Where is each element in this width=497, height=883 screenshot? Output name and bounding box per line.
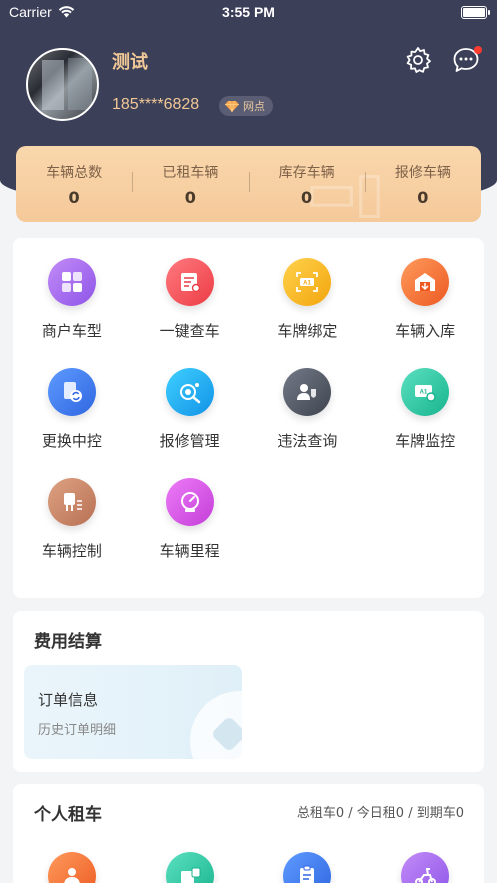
menu-label: 车牌监控 xyxy=(395,432,456,450)
stat-label: 车辆总数 xyxy=(46,164,103,181)
menu-plate-monitor[interactable]: A1 车牌监控 xyxy=(366,368,484,451)
rent-item-clipboard[interactable] xyxy=(249,852,367,883)
menu-violation-query[interactable]: 违法查询 xyxy=(249,368,367,451)
renter-icon xyxy=(47,852,96,883)
svg-text:A1: A1 xyxy=(420,390,428,396)
vehicle-check-icon xyxy=(165,258,214,306)
violation-query-icon xyxy=(283,368,332,416)
repair-manage-icon xyxy=(165,368,214,416)
menu-label: 报修管理 xyxy=(159,432,220,450)
menu-vehicle-control[interactable]: 车辆控制 xyxy=(13,478,131,561)
unread-dot xyxy=(474,46,482,54)
menu-vehicle-storage[interactable]: 车辆入库 xyxy=(366,258,484,341)
menu-label: 车辆控制 xyxy=(41,542,102,560)
menu-replace-controller[interactable]: 更换中控 xyxy=(13,368,131,451)
stat-label: 库存车辆 xyxy=(278,164,335,181)
settings-button[interactable] xyxy=(404,46,432,74)
menu-plate-bind[interactable]: A1 车牌绑定 xyxy=(249,258,367,341)
menu-label: 一键查车 xyxy=(159,322,220,340)
rent-item-scooter[interactable] xyxy=(366,852,484,883)
menu-vehicle-mileage[interactable]: 车辆里程 xyxy=(131,478,249,561)
avatar[interactable] xyxy=(26,48,99,121)
stat-value: 0 xyxy=(68,187,80,207)
rent-summary: 总租车0 / 今日租0 / 到期车0 xyxy=(296,806,464,821)
order-info-subtitle: 历史订单明细 xyxy=(38,723,117,738)
rent-section-title: 个人租车 xyxy=(34,805,102,825)
menu-label: 更换中控 xyxy=(41,432,102,450)
vehicle-mileage-icon xyxy=(165,478,214,526)
menu-label: 车牌绑定 xyxy=(277,322,338,340)
battery-icon xyxy=(461,6,490,19)
stat-total-vehicles[interactable]: 车辆总数 0 xyxy=(16,162,132,207)
menu-label: 车辆里程 xyxy=(159,542,220,560)
branch-badge-label: 网点 xyxy=(243,100,265,113)
rent-item-renter[interactable] xyxy=(13,852,131,883)
svg-text:A1: A1 xyxy=(304,281,312,287)
menu-merchant-model[interactable]: 商户车型 xyxy=(13,258,131,341)
stat-value: 0 xyxy=(301,187,313,207)
replace-controller-icon xyxy=(47,368,96,416)
messages-button[interactable] xyxy=(452,46,482,74)
status-time: 3:55 PM xyxy=(222,4,275,20)
status-bar: Carrier 3:55 PM xyxy=(0,0,497,26)
order-info-title: 订单信息 xyxy=(38,691,99,709)
stat-stock-vehicles[interactable]: 库存车辆 0 xyxy=(248,162,365,207)
plate-bind-icon: A1 xyxy=(283,258,332,306)
vehicle-stats-card: ▭▯ 车辆总数 0 已租车辆 0 库存车辆 0 报修车辆 0 xyxy=(16,146,481,225)
function-menu-card: 商户车型 一键查车 A1 车牌绑定 车辆入库 更换中控 报修管理 违法查询 A1… xyxy=(13,238,484,598)
gear-icon xyxy=(406,47,431,73)
merchant-model-icon xyxy=(47,258,96,306)
rent-icon-row xyxy=(13,852,484,883)
vehicle-storage-icon xyxy=(401,258,450,306)
menu-label: 商户车型 xyxy=(41,322,102,340)
contract-icon xyxy=(165,852,214,883)
stat-label: 已租车辆 xyxy=(162,164,219,181)
stat-value: 0 xyxy=(417,187,429,207)
stat-rented-vehicles[interactable]: 已租车辆 0 xyxy=(132,162,248,207)
branch-badge: 网点 xyxy=(219,96,273,116)
stat-repair-vehicles[interactable]: 报修车辆 0 xyxy=(364,162,481,207)
menu-label: 车辆入库 xyxy=(395,322,456,340)
scooter-icon xyxy=(401,852,450,883)
stat-value: 0 xyxy=(184,187,196,207)
menu-label: 违法查询 xyxy=(277,432,338,450)
clipboard-icon xyxy=(283,852,332,883)
vehicle-control-icon xyxy=(47,478,96,526)
user-phone: 185****6828 xyxy=(112,96,200,113)
function-grid: 商户车型 一键查车 A1 车牌绑定 车辆入库 更换中控 报修管理 违法查询 A1… xyxy=(13,258,484,561)
fee-section-title: 费用结算 xyxy=(34,632,102,652)
plate-monitor-icon: A1 xyxy=(401,368,450,416)
stat-label: 报修车辆 xyxy=(394,164,451,181)
menu-repair-manage[interactable]: 报修管理 xyxy=(131,368,249,451)
user-name: 测试 xyxy=(112,52,148,73)
diamond-icon xyxy=(225,100,239,112)
fee-settlement-card: 费用结算 订单信息 历史订单明细 xyxy=(13,611,484,772)
order-info-tile[interactable]: 订单信息 历史订单明细 xyxy=(24,665,242,759)
menu-vehicle-check[interactable]: 一键查车 xyxy=(131,258,249,341)
personal-rent-card: 个人租车 总租车0 / 今日租0 / 到期车0 xyxy=(13,784,484,883)
rent-item-contract[interactable] xyxy=(131,852,249,883)
